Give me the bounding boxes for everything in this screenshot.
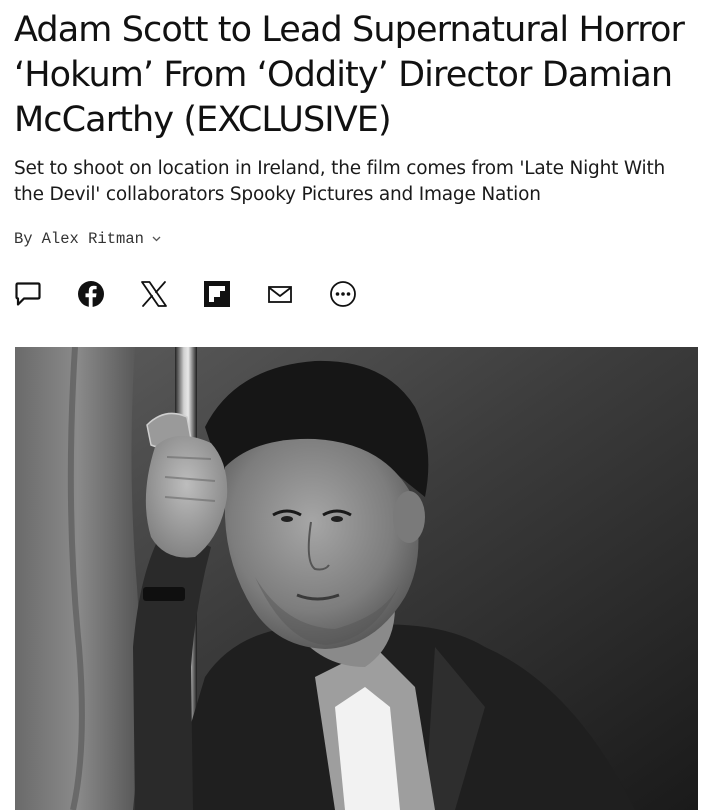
x-icon <box>141 281 167 307</box>
facebook-icon <box>78 281 104 307</box>
share-bar <box>14 277 357 311</box>
hero-image <box>15 347 698 810</box>
more-share-button[interactable] <box>329 278 357 310</box>
flipboard-icon <box>204 281 230 307</box>
facebook-share-button[interactable] <box>77 278 105 310</box>
article-dek: Set to shoot on location in Ireland, the… <box>14 158 666 205</box>
byline: By Alex Ritman <box>14 229 161 249</box>
author-name-link[interactable]: Alex Ritman <box>42 229 144 249</box>
more-icon <box>330 281 356 307</box>
article-headline: Adam Scott to Lead Supernatural Horror ‘… <box>14 10 685 140</box>
chevron-down-icon[interactable] <box>152 236 161 242</box>
email-share-button[interactable] <box>266 278 294 310</box>
flipboard-share-button[interactable] <box>203 278 231 310</box>
email-icon <box>268 286 292 303</box>
x-share-button[interactable] <box>140 278 168 310</box>
hero-photo <box>15 347 698 810</box>
comment-button[interactable] <box>14 278 42 310</box>
byline-prefix: By <box>14 230 33 248</box>
comment-icon <box>15 282 41 306</box>
